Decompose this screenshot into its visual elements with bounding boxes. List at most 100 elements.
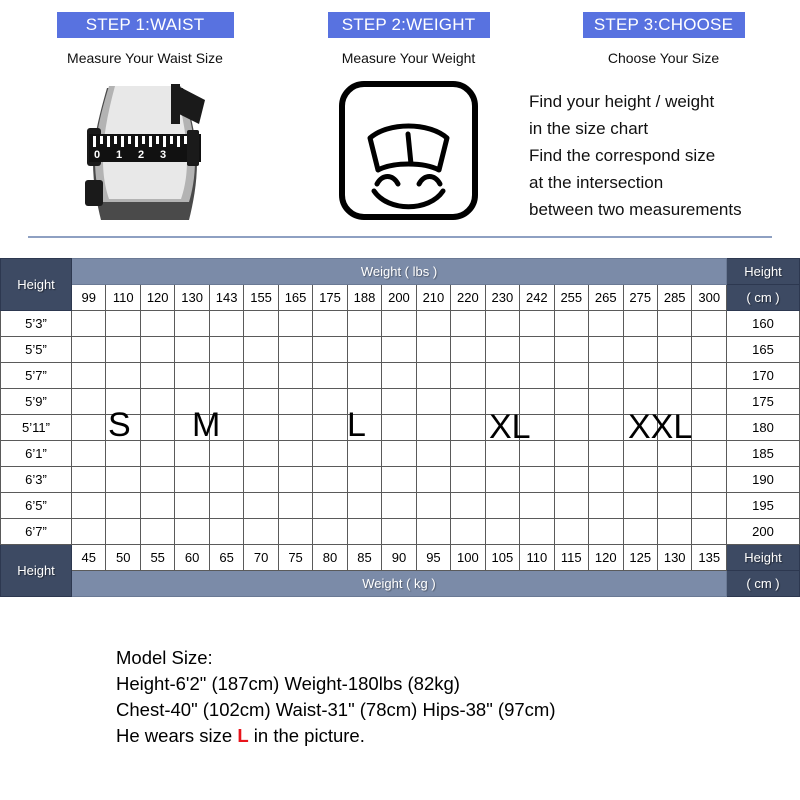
size-cell-salmon[interactable] <box>588 518 624 545</box>
size-cell-pink[interactable] <box>174 414 210 441</box>
size-cell-magenta[interactable] <box>208 336 245 363</box>
size-cell-magenta[interactable] <box>415 414 452 441</box>
size-cell-none[interactable] <box>208 518 245 545</box>
size-cell-salmon[interactable] <box>484 518 521 545</box>
size-cell-light-pink[interactable] <box>139 388 176 415</box>
size-cell-magenta[interactable] <box>450 492 486 519</box>
size-cell-magenta[interactable] <box>243 336 279 363</box>
size-cell-magenta[interactable] <box>312 388 348 415</box>
size-cell-light-pink[interactable] <box>105 414 141 441</box>
size-cell-magenta[interactable] <box>346 440 383 467</box>
size-cell-purple[interactable] <box>656 362 693 389</box>
size-cell-purple[interactable] <box>691 518 727 545</box>
size-cell-purple[interactable] <box>691 362 727 389</box>
size-cell-purple[interactable] <box>691 440 727 467</box>
size-cell-pink[interactable] <box>277 440 314 467</box>
size-cell-purple[interactable] <box>622 388 658 415</box>
size-cell-none[interactable] <box>70 518 107 545</box>
size-cell-purple[interactable] <box>622 362 658 389</box>
size-cell-purple[interactable] <box>553 388 590 415</box>
size-cell-magenta[interactable] <box>277 414 314 441</box>
size-cell-none[interactable] <box>70 440 107 467</box>
size-cell-salmon[interactable] <box>519 518 555 545</box>
size-cell-magenta[interactable] <box>277 362 314 389</box>
size-cell-light-pink[interactable] <box>174 440 210 467</box>
size-cell-pink[interactable] <box>277 492 314 519</box>
size-cell-purple[interactable] <box>588 414 624 441</box>
size-cell-salmon[interactable] <box>450 362 486 389</box>
size-cell-pink[interactable] <box>312 518 348 545</box>
size-cell-purple[interactable] <box>691 336 727 363</box>
size-cell-salmon[interactable] <box>519 440 555 467</box>
size-cell-purple[interactable] <box>588 362 624 389</box>
size-cell-magenta[interactable] <box>450 466 486 493</box>
size-cell-salmon[interactable] <box>519 466 555 493</box>
size-cell-salmon[interactable] <box>450 388 486 415</box>
size-cell-purple[interactable] <box>691 414 727 441</box>
size-cell-pink[interactable] <box>174 310 210 337</box>
size-cell-purple[interactable] <box>656 336 693 363</box>
size-cell-none[interactable] <box>105 518 141 545</box>
size-cell-none[interactable] <box>70 336 107 363</box>
size-cell-magenta[interactable] <box>381 518 417 545</box>
size-cell-light-pink[interactable] <box>139 492 176 519</box>
size-cell-purple[interactable] <box>588 310 624 337</box>
size-cell-purple[interactable] <box>691 492 727 519</box>
size-cell-light-pink[interactable] <box>139 466 176 493</box>
size-cell-purple[interactable] <box>553 362 590 389</box>
size-cell-salmon[interactable] <box>484 414 521 441</box>
size-cell-light-pink[interactable] <box>174 492 210 519</box>
size-cell-salmon[interactable] <box>519 336 555 363</box>
size-cell-purple[interactable] <box>553 336 590 363</box>
size-cell-magenta[interactable] <box>346 414 383 441</box>
size-cell-purple[interactable] <box>656 414 693 441</box>
size-cell-purple[interactable] <box>622 466 658 493</box>
size-cell-light-pink[interactable] <box>105 388 141 415</box>
size-cell-magenta[interactable] <box>243 362 279 389</box>
size-cell-salmon[interactable] <box>484 310 521 337</box>
size-cell-light-pink[interactable] <box>105 310 141 337</box>
size-cell-salmon[interactable] <box>415 388 452 415</box>
size-cell-salmon[interactable] <box>553 466 590 493</box>
size-cell-magenta[interactable] <box>277 336 314 363</box>
size-cell-pink[interactable] <box>139 336 176 363</box>
size-cell-salmon[interactable] <box>553 518 590 545</box>
size-cell-magenta[interactable] <box>312 414 348 441</box>
size-cell-magenta[interactable] <box>346 388 383 415</box>
size-cell-light-pink[interactable] <box>139 362 176 389</box>
size-cell-salmon[interactable] <box>588 466 624 493</box>
size-cell-pink[interactable] <box>139 310 176 337</box>
size-cell-magenta[interactable] <box>346 362 383 389</box>
size-cell-purple[interactable] <box>519 310 555 337</box>
size-cell-purple[interactable] <box>553 310 590 337</box>
size-cell-none[interactable] <box>139 518 176 545</box>
size-cell-magenta[interactable] <box>450 518 486 545</box>
size-cell-salmon[interactable] <box>553 414 590 441</box>
size-cell-salmon[interactable] <box>553 492 590 519</box>
size-cell-salmon[interactable] <box>381 336 417 363</box>
size-cell-magenta[interactable] <box>346 336 383 363</box>
size-cell-magenta[interactable] <box>346 466 383 493</box>
size-cell-magenta[interactable] <box>346 492 383 519</box>
size-cell-purple[interactable] <box>622 440 658 467</box>
size-cell-light-pink[interactable] <box>174 466 210 493</box>
size-cell-pink[interactable] <box>208 466 245 493</box>
size-cell-magenta[interactable] <box>381 466 417 493</box>
size-cell-pink[interactable] <box>243 466 279 493</box>
size-cell-none[interactable] <box>105 466 141 493</box>
size-cell-light-pink[interactable] <box>105 336 141 363</box>
size-cell-magenta[interactable] <box>312 336 348 363</box>
size-cell-magenta[interactable] <box>243 388 279 415</box>
size-cell-magenta[interactable] <box>312 440 348 467</box>
size-cell-magenta[interactable] <box>415 518 452 545</box>
size-cell-magenta[interactable] <box>208 310 245 337</box>
size-cell-pink[interactable] <box>312 492 348 519</box>
size-cell-salmon[interactable] <box>450 336 486 363</box>
size-cell-magenta[interactable] <box>381 492 417 519</box>
size-cell-salmon[interactable] <box>450 310 486 337</box>
size-cell-magenta[interactable] <box>450 440 486 467</box>
size-cell-magenta[interactable] <box>415 440 452 467</box>
size-cell-none[interactable] <box>105 492 141 519</box>
size-cell-salmon[interactable] <box>519 414 555 441</box>
size-cell-pink[interactable] <box>208 492 245 519</box>
